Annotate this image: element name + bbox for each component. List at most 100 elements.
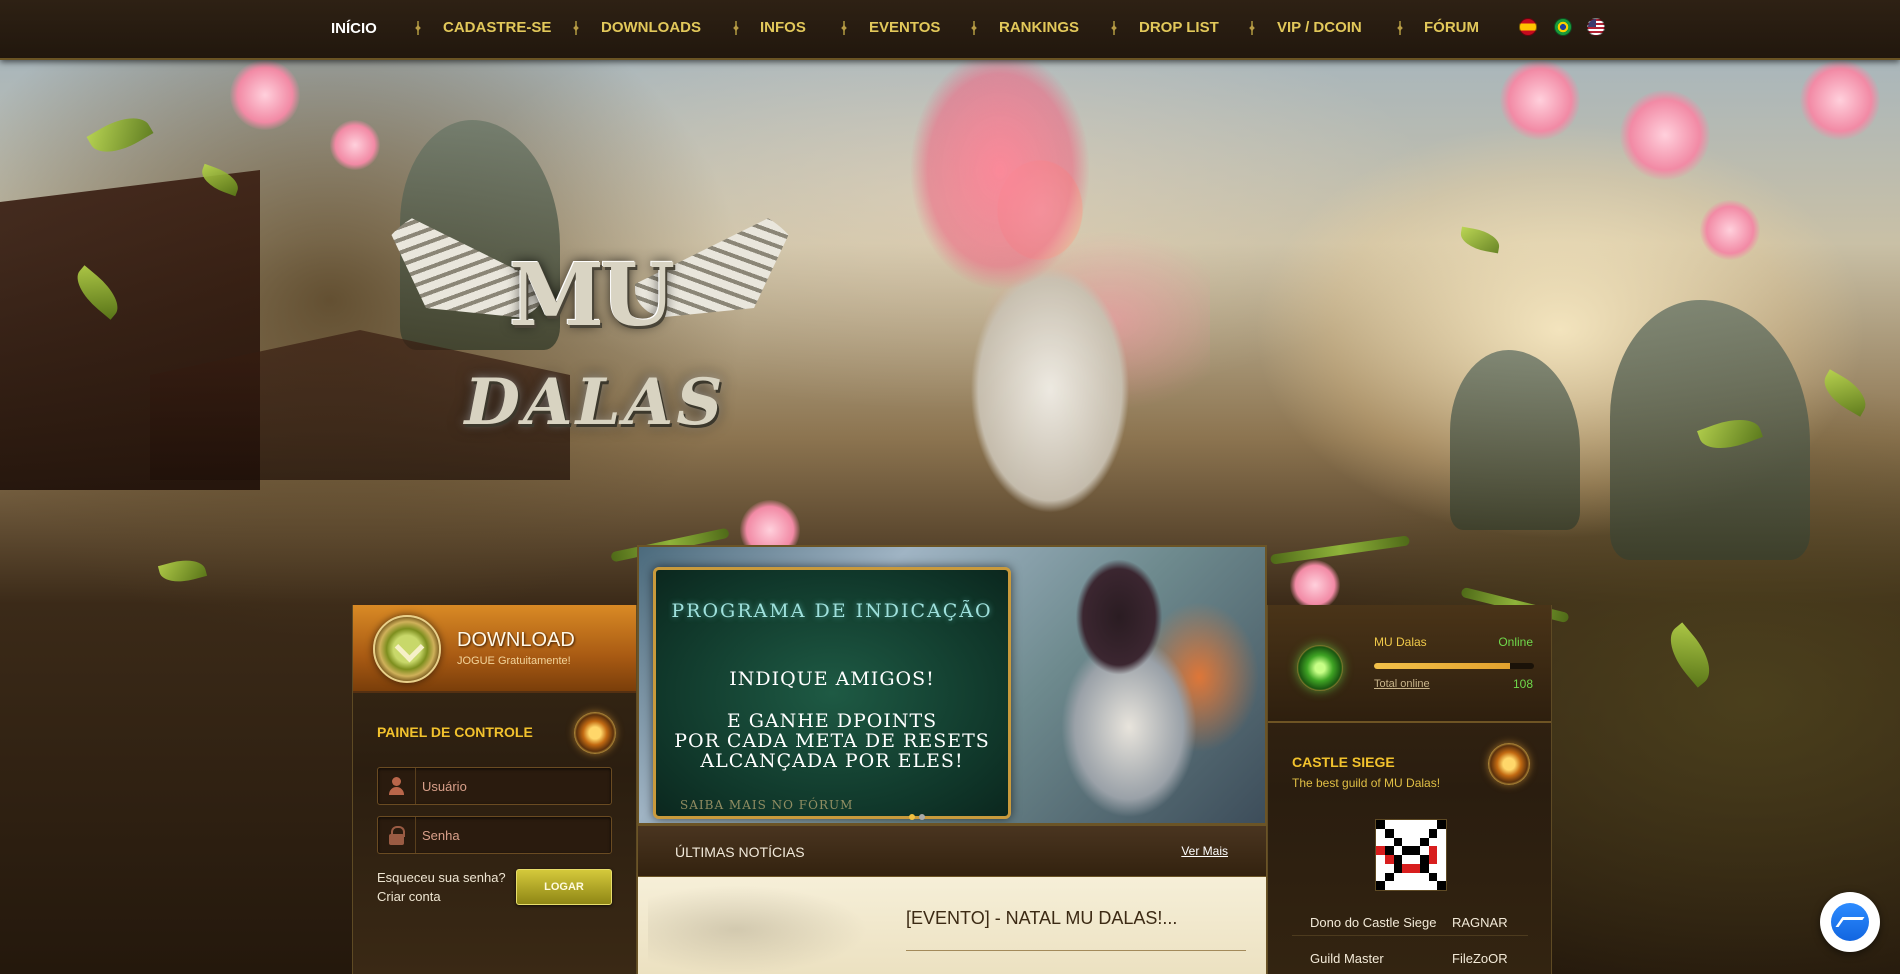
- guild-emblem-cell: [1376, 881, 1385, 890]
- guild-emblem-cell: [1393, 855, 1403, 864]
- logo-mu-text: MU: [508, 245, 675, 346]
- guild-emblem-cell: [1393, 837, 1403, 847]
- nav-vip-dcoin[interactable]: VIP / DCOIN: [1277, 19, 1362, 36]
- nav-rankings[interactable]: RANKINGS: [999, 19, 1079, 36]
- guild-emblem-cell: [1376, 828, 1385, 838]
- guild-emblem-cell: [1428, 863, 1438, 873]
- banner-line-2: E GANHE DPOINTS: [726, 710, 938, 732]
- guild-emblem-cell: [1411, 828, 1420, 838]
- news-headline-link[interactable]: [EVENTO] - NATAL MU DALAS!...: [906, 908, 1177, 929]
- guild-emblem-cell: [1402, 846, 1411, 855]
- slider-dots: [907, 807, 927, 823]
- news-header: ÚLTIMAS NOTÍCIAS Ver Mais: [637, 825, 1267, 877]
- guild-emblem[interactable]: [1375, 819, 1447, 891]
- guild-emblem-cell: [1411, 855, 1420, 864]
- blossom-3: [1500, 60, 1580, 140]
- news-list: [EVENTO] - NATAL MU DALAS!...: [637, 877, 1267, 974]
- nav-separator: [973, 21, 975, 35]
- nav-eventos[interactable]: EVENTOS: [869, 19, 940, 36]
- nav-infos[interactable]: INFOS: [760, 19, 806, 36]
- news-divider: [906, 950, 1246, 951]
- download-subtitle: JOGUE Gratuitamente!: [457, 655, 571, 667]
- nav-drop-list[interactable]: DROP LIST: [1139, 19, 1219, 36]
- guild-emblem-cell: [1393, 820, 1403, 829]
- guild-emblem-cell: [1384, 863, 1394, 873]
- guild-emblem-cell: [1376, 846, 1385, 855]
- guild-emblem-cell: [1411, 863, 1420, 873]
- guild-emblem-cell: [1384, 820, 1394, 829]
- forgot-password-link[interactable]: Esqueceu sua senha?: [377, 870, 506, 885]
- promo-banner-slider[interactable]: PROGRAMA DE INDICAÇÃO INDIQUE AMIGOS! E …: [637, 545, 1267, 825]
- nav-inicio[interactable]: INÍCIO: [331, 20, 377, 37]
- nav-downloads[interactable]: DOWNLOADS: [601, 19, 701, 36]
- guild-emblem-cell: [1376, 837, 1385, 847]
- guild-emblem-cell: [1419, 837, 1429, 847]
- slider-dot[interactable]: [919, 814, 925, 820]
- guild-emblem-cell: [1411, 872, 1420, 882]
- guild-emblem-cell: [1437, 863, 1446, 873]
- nav-separator: [1113, 21, 1115, 35]
- total-online-count: 108: [1512, 677, 1533, 691]
- blossom-8: [1800, 60, 1880, 140]
- messenger-chat-button[interactable]: [1820, 892, 1880, 952]
- blossom-1: [230, 60, 300, 130]
- guild-emblem-cell: [1384, 828, 1394, 838]
- lock-icon: [378, 817, 416, 853]
- referral-program-card[interactable]: PROGRAMA DE INDICAÇÃO INDIQUE AMIGOS! E …: [653, 567, 1011, 819]
- guild-emblem-cell: [1428, 881, 1438, 890]
- guild-emblem-cell: [1384, 846, 1394, 855]
- guild-emblem-cell: [1437, 820, 1446, 829]
- logo-dalas-text: DALAS: [464, 365, 726, 440]
- control-panel-title: PAINEL DE CONTROLE: [377, 724, 533, 740]
- guild-emblem-cell: [1393, 872, 1403, 882]
- password-field-wrapper: [377, 816, 612, 854]
- flag-us-icon[interactable]: [1587, 18, 1605, 36]
- guild-emblem-cell: [1384, 872, 1394, 882]
- username-input[interactable]: [422, 768, 607, 804]
- guild-emblem-cell: [1437, 872, 1446, 882]
- banner-character-illustration: [1029, 557, 1259, 819]
- leaf-1: [86, 107, 154, 163]
- banner-more-link[interactable]: SAIBA MAIS NO FÓRUM: [680, 798, 853, 812]
- user-icon: [378, 768, 416, 804]
- guild-emblem-cell: [1411, 837, 1420, 847]
- flag-es-icon[interactable]: [1519, 18, 1537, 36]
- guild-emblem-cell: [1428, 872, 1438, 882]
- guild-emblem-cell: [1393, 881, 1403, 890]
- flag-br-icon[interactable]: [1554, 18, 1572, 36]
- guild-master-value: FileZoOR: [1452, 951, 1508, 966]
- nav-separator: [1399, 21, 1401, 35]
- download-button[interactable]: DOWNLOAD JOGUE Gratuitamente!: [353, 605, 636, 693]
- guild-emblem-cell: [1393, 828, 1403, 838]
- banner-line-3: POR CADA META DE RESETS: [674, 730, 990, 752]
- guild-emblem-cell: [1384, 855, 1394, 864]
- mu-dalas-logo[interactable]: MU DALAS: [375, 195, 805, 445]
- guild-emblem-cell: [1393, 863, 1403, 873]
- nav-cadastre-se[interactable]: CADASTRE-SE: [443, 19, 551, 36]
- mountain-right-small: [1450, 350, 1580, 530]
- create-account-link[interactable]: Criar conta: [377, 889, 441, 904]
- elf-heroine-illustration: [880, 60, 1210, 540]
- guild-emblem-cell: [1419, 846, 1429, 855]
- total-online-link[interactable]: Total online: [1374, 678, 1430, 690]
- server-status-box: MU Dalas Online Total online 108: [1268, 605, 1551, 723]
- server-gem-icon: [1297, 645, 1343, 691]
- castle-siege-subtitle: The best guild of MU Dalas!: [1292, 776, 1441, 790]
- guild-emblem-cell: [1419, 863, 1429, 873]
- password-input[interactable]: [422, 817, 607, 853]
- slider-dot[interactable]: [909, 814, 915, 820]
- guild-emblem-cell: [1437, 855, 1446, 864]
- castle-owner-label: Dono do Castle Siege: [1310, 915, 1437, 930]
- nav-forum[interactable]: FÓRUM: [1424, 19, 1479, 36]
- guild-emblem-cell: [1384, 881, 1394, 890]
- leaf-5: [1816, 369, 1874, 417]
- leaf-8: [1458, 226, 1502, 254]
- login-button[interactable]: LOGAR: [516, 869, 612, 905]
- castle-owner-value: RAGNAR: [1452, 915, 1508, 930]
- banner-line-1: INDIQUE AMIGOS!: [729, 668, 935, 690]
- see-more-news-link[interactable]: Ver Mais: [1181, 844, 1228, 858]
- server-name: MU Dalas: [1374, 635, 1427, 649]
- guild-emblem-cell: [1402, 855, 1411, 864]
- blossom-5: [1700, 200, 1760, 260]
- blossom-2: [330, 120, 380, 170]
